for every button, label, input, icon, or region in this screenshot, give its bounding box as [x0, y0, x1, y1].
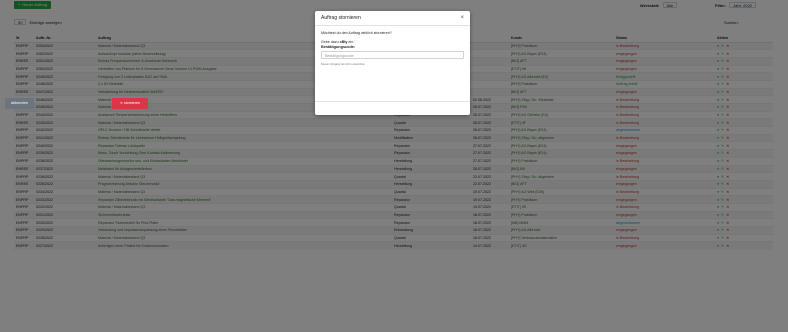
close-icon[interactable]: × [460, 15, 464, 21]
cancel-order-modal: Auftrag stornieren × Möchtest du den Auf… [315, 11, 470, 115]
confirmation-code-input[interactable]: Bestätigungscode [321, 51, 464, 59]
storno-button[interactable]: ✕ stornieren [112, 98, 148, 109]
cancel-button[interactable]: abbrechen [5, 98, 34, 109]
modal-header: Auftrag stornieren × [315, 11, 470, 26]
modal-body: Möchtest du den Auftrag wirklich stornie… [315, 26, 470, 71]
modal-title: Auftrag stornieren [321, 15, 361, 21]
code-field-label: Bestätigungscode: [321, 45, 356, 49]
confirmation-code: cBty [339, 40, 348, 44]
code-instruction: Gebe dazu cBty ein. [321, 40, 355, 44]
irreversible-hint: Dieser Vorgang ist nicht umkehrbar [321, 62, 365, 66]
modal-footer-divider [315, 101, 470, 102]
confirm-question: Möchtest du den Auftrag wirklich stornie… [321, 31, 392, 35]
